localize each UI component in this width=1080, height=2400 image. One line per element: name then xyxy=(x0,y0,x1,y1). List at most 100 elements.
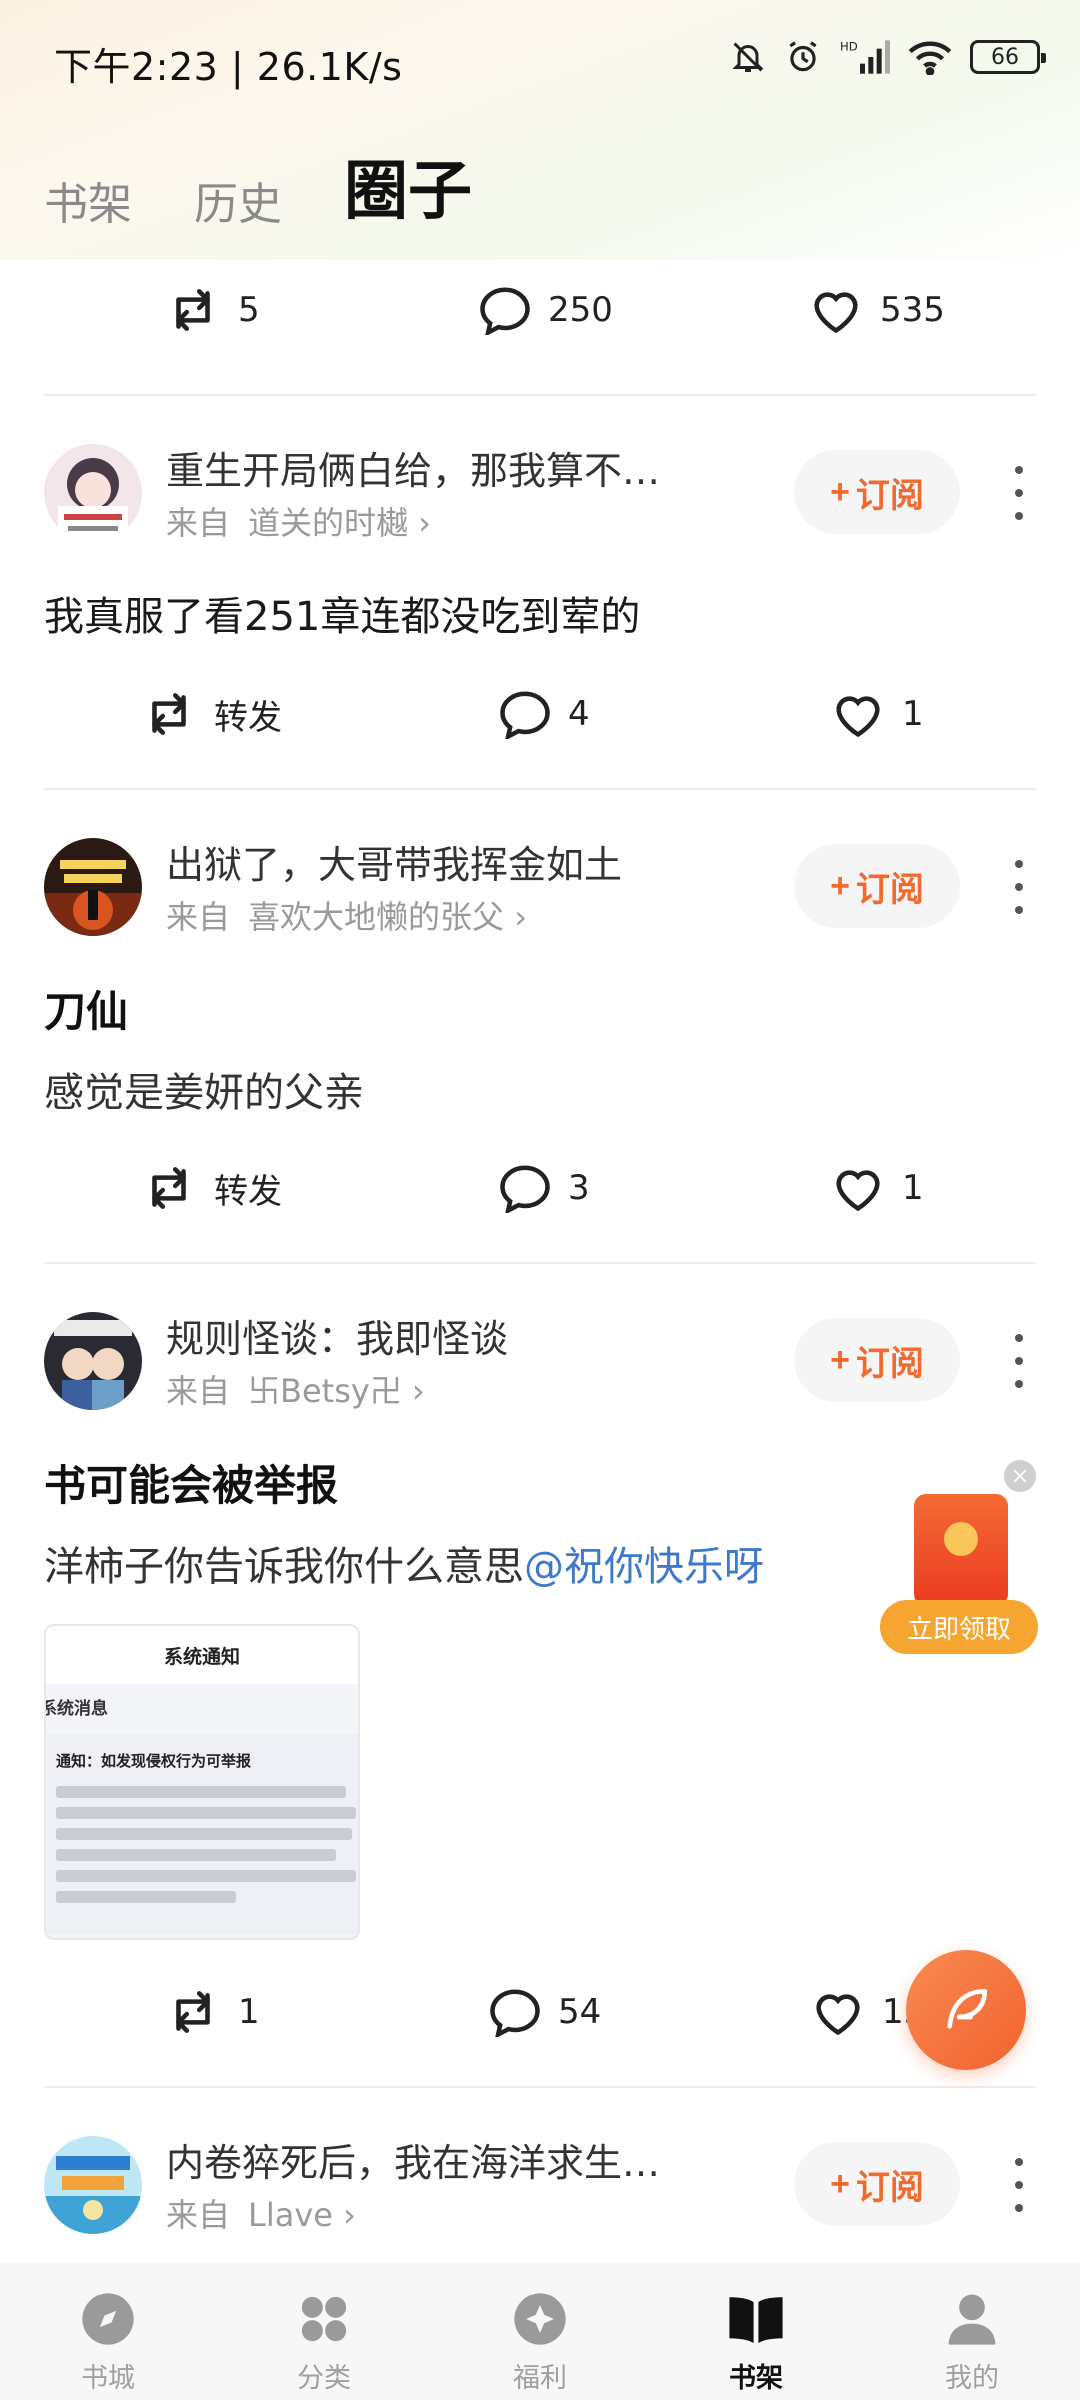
post-header: 规则怪谈：我即怪谈 来自 卐Betsy卍 › + 订阅 xyxy=(0,1300,1080,1420)
subscribe-label: 订阅 xyxy=(855,870,924,909)
heart-icon xyxy=(814,292,858,334)
like-button[interactable]: 1 xyxy=(830,674,924,754)
tab-bookshelf[interactable]: 书架 xyxy=(44,168,132,232)
post-image[interactable]: 系统通知 系统消息 通知：如发现侵权行为可举报 xyxy=(44,1624,360,1940)
post-text[interactable]: 我真服了看251章连都没吃到荤的 xyxy=(44,584,640,642)
post-title[interactable]: 刀仙 xyxy=(44,978,128,1039)
plus-icon: + xyxy=(830,1340,850,1379)
mute-bell-icon xyxy=(732,42,764,72)
author-name: 喜欢大地懒的张父 xyxy=(248,898,505,936)
signal-icon: HD xyxy=(840,39,890,74)
post-source[interactable]: 来自 Llave › xyxy=(166,2190,356,2236)
book-title[interactable]: 规则怪谈：我即怪谈 xyxy=(166,1308,508,1363)
post-text[interactable]: 感觉是姜妍的父亲 xyxy=(44,1060,364,1118)
repost-count: 5 xyxy=(238,290,260,330)
book-title[interactable]: 重生开局俩白给，那我算不… xyxy=(166,440,660,495)
subscribe-label: 订阅 xyxy=(855,1344,924,1383)
nav-label: 分类 xyxy=(297,2363,351,2394)
comment-icon xyxy=(490,1989,540,2037)
comment-icon xyxy=(480,287,530,335)
post-header: 重生开局俩白给，那我算不… 来自 道关的时樾 › + 订阅 xyxy=(0,432,1080,552)
nav-bookshelf[interactable]: 书架 xyxy=(648,2262,864,2400)
repost-button[interactable]: 转发 xyxy=(140,674,282,754)
tab-history[interactable]: 历史 xyxy=(194,168,282,232)
author-name: 卐Betsy卍 xyxy=(248,1372,402,1410)
plus-icon: + xyxy=(830,2164,850,2203)
more-options-icon[interactable] xyxy=(1004,466,1034,520)
from-label: 来自 xyxy=(166,2196,231,2234)
blurred-text-line xyxy=(56,1807,356,1819)
comment-button[interactable]: 54 xyxy=(488,1972,601,2052)
blurred-text-line xyxy=(56,1849,336,1861)
like-button[interactable]: 535 xyxy=(808,270,945,350)
like-count: 535 xyxy=(880,290,945,330)
subscribe-button[interactable]: + 订阅 xyxy=(794,844,960,928)
repost-icon xyxy=(176,1991,210,2033)
nav-profile[interactable]: 我的 xyxy=(864,2262,1080,2400)
nav-label: 书城 xyxy=(81,2363,135,2394)
nav-welfare[interactable]: 福利 xyxy=(432,2262,648,2400)
blurred-text-line xyxy=(56,1891,236,1903)
post-actions: 5 250 535 xyxy=(0,270,1080,350)
post-header: 出狱了，大哥带我挥金如土 来自 喜欢大地懒的张父 › + 订阅 xyxy=(0,826,1080,946)
post-text-body: 洋柿子你告诉我你什么意思 xyxy=(44,1544,524,1590)
feather-pen-icon xyxy=(947,1989,987,2029)
more-options-icon[interactable] xyxy=(1004,1334,1034,1388)
status-icons: HD 66 xyxy=(730,38,1046,76)
red-envelope-icon[interactable] xyxy=(914,1494,1008,1606)
repost-button[interactable]: 1 xyxy=(164,1972,260,2052)
book-cover-avatar[interactable] xyxy=(44,2136,142,2234)
comment-button[interactable]: 4 xyxy=(498,674,590,754)
chevron-right-icon: › xyxy=(332,2196,356,2234)
from-label: 来自 xyxy=(166,898,231,936)
nav-bookstore[interactable]: 书城 xyxy=(0,2262,216,2400)
repost-button[interactable]: 5 xyxy=(164,270,260,350)
alarm-icon xyxy=(789,41,817,72)
comment-count: 54 xyxy=(558,1992,602,2032)
plus-icon: + xyxy=(830,472,850,511)
claim-now-button[interactable]: 立即领取 xyxy=(880,1600,1038,1654)
post-header: 内卷猝死后，我在海洋求生… 来自 Llave › + 订阅 xyxy=(0,2124,1080,2244)
subscribe-button[interactable]: + 订阅 xyxy=(794,1318,960,1402)
book-cover-avatar[interactable] xyxy=(44,838,142,936)
subscribe-button[interactable]: + 订阅 xyxy=(794,2142,960,2226)
repost-count: 1 xyxy=(238,1992,260,2032)
image-header: 系统通知 xyxy=(46,1626,358,1684)
blurred-text-line xyxy=(56,1870,356,1882)
book-title[interactable]: 出狱了，大哥带我挥金如土 xyxy=(166,834,622,889)
post-actions: 转发 3 1 xyxy=(0,1148,1080,1228)
post-source[interactable]: 来自 喜欢大地懒的张父 › xyxy=(166,892,527,938)
nav-label: 书架 xyxy=(729,2363,783,2394)
comment-count: 250 xyxy=(548,290,613,330)
post-source[interactable]: 来自 卐Betsy卍 › xyxy=(166,1366,425,1412)
book-cover-avatar[interactable] xyxy=(44,1312,142,1410)
red-packet-widget[interactable]: × 立即领取 xyxy=(880,1460,1040,1660)
more-options-icon[interactable] xyxy=(1004,2158,1034,2212)
nav-category[interactable]: 分类 xyxy=(216,2262,432,2400)
post-text[interactable]: 洋柿子你告诉我你什么意思@祝你快乐呀 xyxy=(44,1534,764,1592)
status-time: 下午2:23 | 26.1K/s xyxy=(54,45,403,89)
subscribe-label: 订阅 xyxy=(855,2168,924,2207)
like-button[interactable]: 1 xyxy=(830,1148,924,1228)
divider xyxy=(44,2086,1036,2088)
comment-button[interactable]: 3 xyxy=(498,1148,590,1228)
repost-button[interactable]: 转发 xyxy=(140,1148,282,1228)
user-mention-link[interactable]: @祝你快乐呀 xyxy=(524,1544,764,1590)
bookshelf-icon xyxy=(727,2290,785,2348)
post-title[interactable]: 书可能会被举报 xyxy=(44,1452,338,1513)
circle-feed[interactable]: 5 250 535 重生开局俩白给，那我算不… 来自 道关的时樾 › + 订阅 我真… xyxy=(0,270,1080,2260)
tab-circle[interactable]: 圈子 xyxy=(344,140,472,232)
image-notice-title: 通知：如发现侵权行为可举报 xyxy=(56,1752,252,1770)
book-title[interactable]: 内卷猝死后，我在海洋求生… xyxy=(166,2132,660,2187)
post-source[interactable]: 来自 道关的时樾 › xyxy=(166,498,431,544)
more-options-icon[interactable] xyxy=(1004,860,1034,914)
repost-label: 转发 xyxy=(214,697,282,738)
top-tabs: 书架 历史 圈子 xyxy=(44,140,534,232)
subscribe-button[interactable]: + 订阅 xyxy=(794,450,960,534)
close-icon[interactable]: × xyxy=(1004,1460,1036,1492)
compose-post-button[interactable] xyxy=(906,1950,1026,2070)
comment-button[interactable]: 250 xyxy=(478,270,613,350)
divider xyxy=(44,788,1036,790)
blurred-text-line xyxy=(56,1786,346,1798)
book-cover-avatar[interactable] xyxy=(44,444,142,542)
